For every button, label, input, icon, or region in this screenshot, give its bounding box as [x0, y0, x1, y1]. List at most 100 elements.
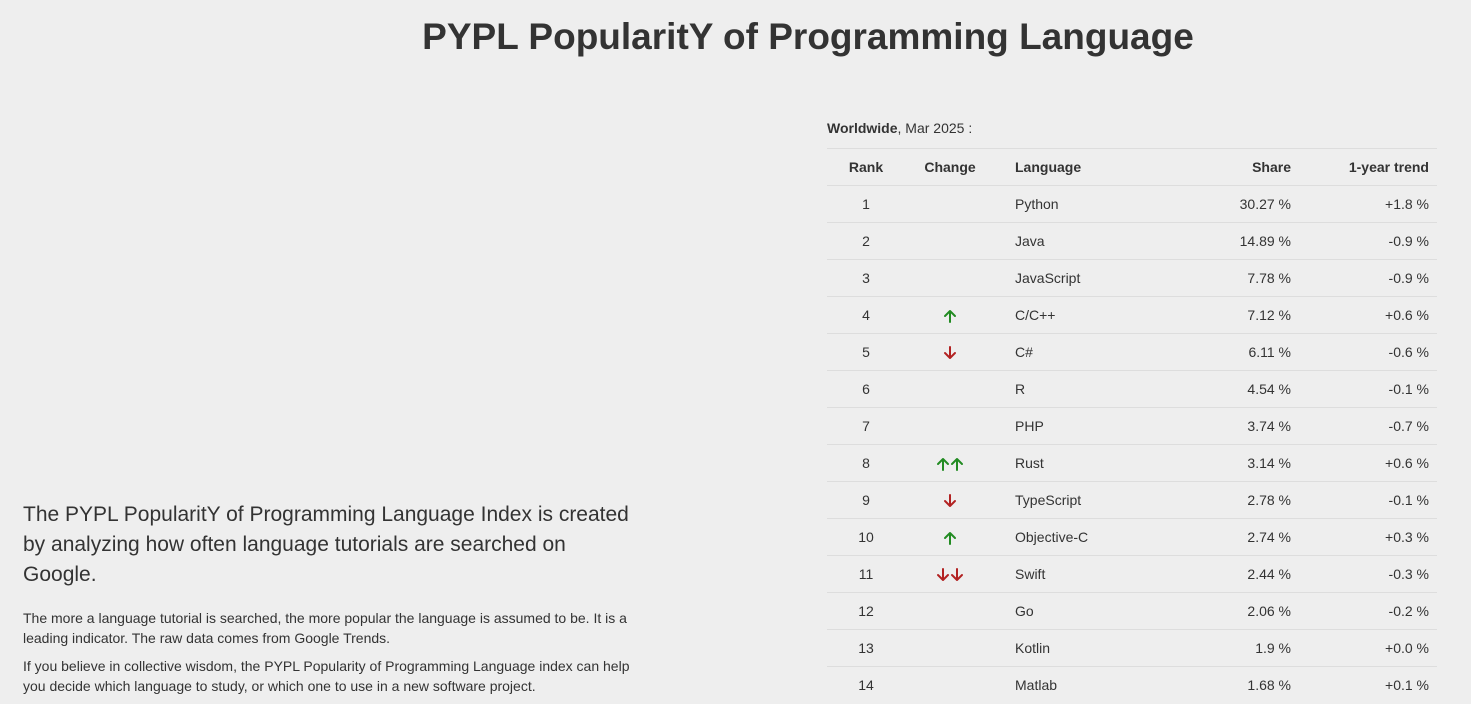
change-cell	[905, 518, 995, 556]
intro-paragraph-2: If you believe in collective wisdom, the…	[23, 658, 630, 694]
table-row: 3 JavaScript 7.78 % -0.9 %	[827, 259, 1437, 297]
language-cell: Rust	[995, 444, 1173, 482]
share-cell: 2.74 %	[1173, 518, 1299, 556]
language-cell: Java	[995, 222, 1173, 260]
table-row: 12 Go 2.06 % -0.2 %	[827, 592, 1437, 630]
rank-cell: 10	[827, 518, 905, 556]
trend-cell: -0.1 %	[1299, 370, 1437, 408]
table-row: 8 Rust 3.14 % +0.6 %	[827, 444, 1437, 482]
language-cell: JavaScript	[995, 259, 1173, 297]
change-cell	[905, 407, 995, 445]
change-cell	[905, 296, 995, 334]
change-cell	[905, 555, 995, 593]
language-cell: Objective-C	[995, 518, 1173, 556]
change-cell	[905, 444, 995, 482]
share-cell: 14.89 %	[1173, 222, 1299, 260]
language-cell: Swift	[995, 555, 1173, 593]
share-cell: 7.12 %	[1173, 296, 1299, 334]
trend-cell: +0.1 %	[1299, 666, 1437, 703]
table-body: 1 Python 30.27 % +1.8 % 2 Java 14.89 % -0.9 % 3 J…	[827, 185, 1437, 703]
arrow-down-icon	[936, 568, 950, 582]
table-caption: Worldwide, Mar 2025 :	[827, 118, 1437, 138]
trend-cell: +0.6 %	[1299, 296, 1437, 334]
language-cell: Kotlin	[995, 629, 1173, 667]
share-cell: 1.9 %	[1173, 629, 1299, 667]
trend-cell: -0.7 %	[1299, 407, 1437, 445]
change-cell	[905, 370, 995, 408]
change-cell	[905, 592, 995, 630]
table-row: 9 TypeScript 2.78 % -0.1 %	[827, 481, 1437, 519]
intro-lead: The PYPL PopularitY of Programming Langu…	[23, 503, 629, 586]
trend-cell: -0.2 %	[1299, 592, 1437, 630]
share-cell: 3.74 %	[1173, 407, 1299, 445]
table-row: 7 PHP 3.74 % -0.7 %	[827, 407, 1437, 445]
ranking-section: Worldwide, Mar 2025 : Rank Change Langua…	[827, 118, 1437, 703]
ranking-table: Rank Change Language Share 1-year trend …	[827, 148, 1437, 703]
trend-cell: -0.1 %	[1299, 481, 1437, 519]
table-row: 5 C# 6.11 % -0.6 %	[827, 333, 1437, 371]
trend-cell: -0.9 %	[1299, 259, 1437, 297]
header-rank: Rank	[827, 148, 905, 186]
rank-cell: 6	[827, 370, 905, 408]
change-cell	[905, 222, 995, 260]
trend-cell: -0.3 %	[1299, 555, 1437, 593]
change-cell	[905, 629, 995, 667]
table-row: 4 C/C++ 7.12 % +0.6 %	[827, 296, 1437, 334]
share-cell: 2.44 %	[1173, 555, 1299, 593]
table-row: 14 Matlab 1.68 % +0.1 %	[827, 666, 1437, 703]
arrow-down-icon	[943, 346, 957, 360]
table-row: 1 Python 30.27 % +1.8 %	[827, 185, 1437, 223]
trend-cell: -0.6 %	[1299, 333, 1437, 371]
change-cell	[905, 481, 995, 519]
rank-cell: 9	[827, 481, 905, 519]
rank-cell: 2	[827, 222, 905, 260]
share-cell: 7.78 %	[1173, 259, 1299, 297]
intro-section: The PYPL PopularitY of Programming Langu…	[23, 500, 643, 704]
language-cell: C/C++	[995, 296, 1173, 334]
language-cell: TypeScript	[995, 481, 1173, 519]
table-row: 11 Swift 2.44 % -0.3 %	[827, 555, 1437, 593]
trend-cell: +0.3 %	[1299, 518, 1437, 556]
table-header-row: Rank Change Language Share 1-year trend	[827, 148, 1437, 186]
share-cell: 4.54 %	[1173, 370, 1299, 408]
trend-cell: +0.0 %	[1299, 629, 1437, 667]
intro-paragraph-1: The more a language tutorial is searched…	[23, 610, 627, 646]
table-row: 13 Kotlin 1.9 % +0.0 %	[827, 629, 1437, 667]
page-title: PYPL PopularitY of Programming Language	[422, 16, 1194, 57]
share-cell: 3.14 %	[1173, 444, 1299, 482]
trend-cell: +1.8 %	[1299, 185, 1437, 223]
arrow-up-icon	[943, 309, 957, 324]
rank-cell: 8	[827, 444, 905, 482]
change-cell	[905, 666, 995, 703]
rank-cell: 14	[827, 666, 905, 703]
language-cell: C#	[995, 333, 1173, 371]
language-cell: Matlab	[995, 666, 1173, 703]
header-share: Share	[1173, 148, 1299, 186]
language-cell: R	[995, 370, 1173, 408]
trend-cell: +0.6 %	[1299, 444, 1437, 482]
arrow-up-icon	[950, 457, 964, 472]
share-cell: 2.06 %	[1173, 592, 1299, 630]
language-cell: Python	[995, 185, 1173, 223]
change-cell	[905, 333, 995, 371]
arrow-up-icon	[936, 457, 950, 472]
share-cell: 6.11 %	[1173, 333, 1299, 371]
share-cell: 1.68 %	[1173, 666, 1299, 703]
arrow-down-icon	[943, 494, 957, 508]
rank-cell: 11	[827, 555, 905, 593]
rank-cell: 7	[827, 407, 905, 445]
language-cell: PHP	[995, 407, 1173, 445]
change-cell	[905, 185, 995, 223]
trend-cell: -0.9 %	[1299, 222, 1437, 260]
rank-cell: 5	[827, 333, 905, 371]
header-trend: 1-year trend	[1299, 148, 1437, 186]
header-language: Language	[995, 148, 1173, 186]
share-cell: 30.27 %	[1173, 185, 1299, 223]
header-change: Change	[905, 148, 995, 186]
caption-date: , Mar 2025 :	[897, 120, 973, 136]
rank-cell: 12	[827, 592, 905, 630]
change-cell	[905, 259, 995, 297]
rank-cell: 13	[827, 629, 905, 667]
rank-cell: 3	[827, 259, 905, 297]
table-row: 6 R 4.54 % -0.1 %	[827, 370, 1437, 408]
